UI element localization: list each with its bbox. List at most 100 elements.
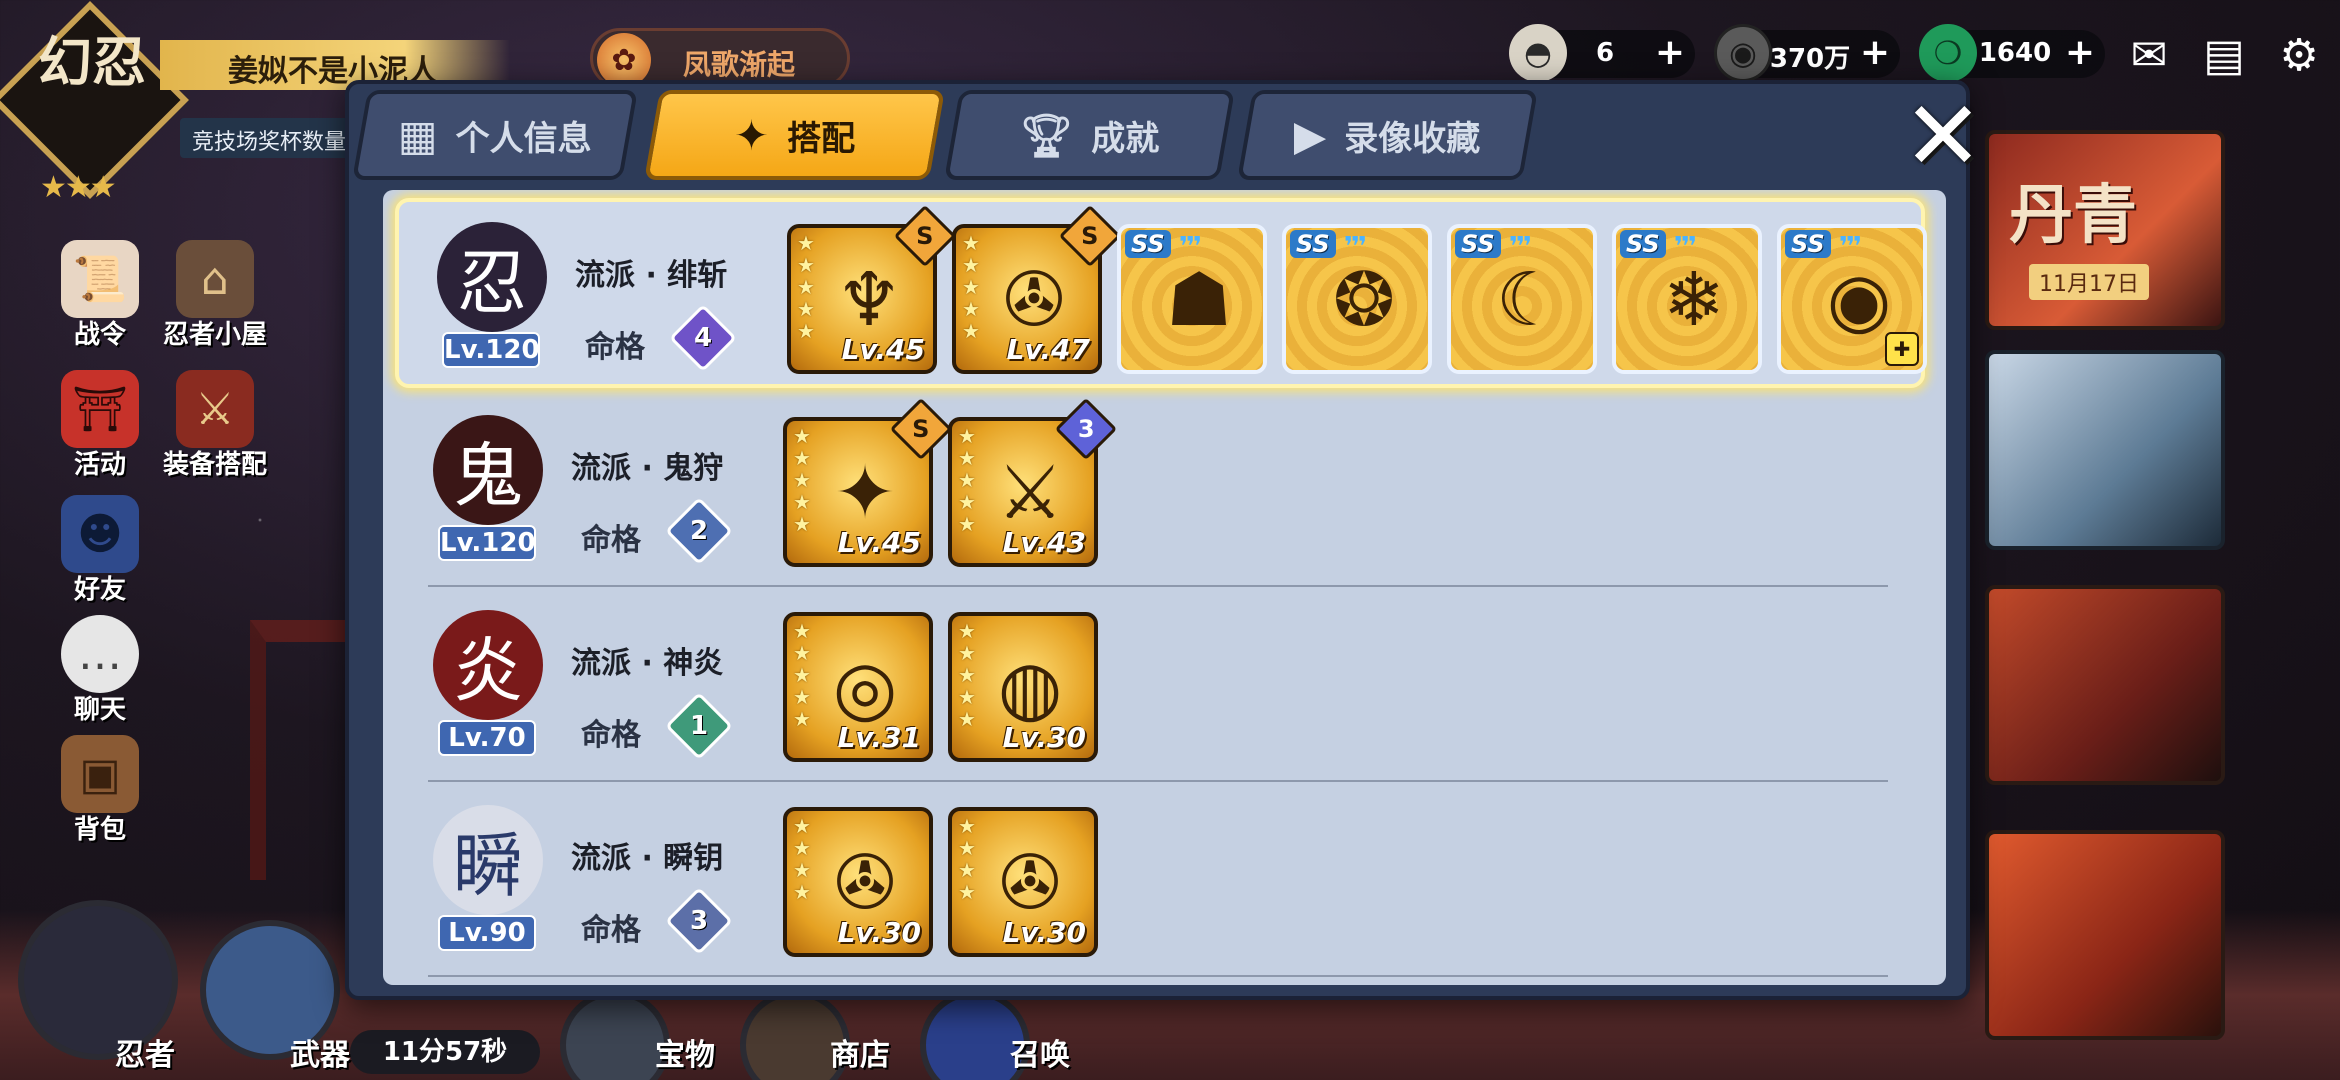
star-icon: ★: [797, 319, 815, 343]
star-rating: ★ ★ ★ ★ ★: [793, 620, 811, 730]
weapon-slot[interactable]: ✇ ★ ★ ★ ★ Lv.30: [948, 807, 1098, 957]
treasure-slot[interactable]: ☗ SS ❜❜❜: [1117, 224, 1267, 374]
treasure-slot[interactable]: ❂ SS ❜❜❜: [1282, 224, 1432, 374]
star-icon: ★: [793, 424, 811, 448]
tab-achievement[interactable]: 🏆︎ 成就: [944, 90, 1235, 180]
mail-icon[interactable]: ✉: [2120, 30, 2178, 81]
tab-loadout[interactable]: ✦ 搭配: [644, 90, 945, 180]
rarity-tag: SS: [1785, 230, 1831, 258]
scroll-icon: 📜: [61, 240, 139, 318]
star-rating: ★ ★ ★ ★: [958, 815, 976, 903]
ninja-school: 流派 · 瞬钥: [571, 841, 724, 876]
ninja-loadout-row[interactable]: 忍 Lv.120 流派 · 绯斩 命格 4 ♆ ★ ★ ★ ★ ★ Lv.45 S ✇ ★ ★ ★ ★ ★ Lv.47…: [395, 198, 1927, 388]
rarity-tag: SS: [1620, 230, 1666, 258]
side-item-chat[interactable]: … 聊天: [40, 615, 160, 726]
ninja-loadout-row[interactable]: 鬼 Lv.120 流派 · 鬼狩 命格 2 ✦ ★ ★ ★ ★ ★ Lv.45 S ⚔ ★ ★ ★ ★ ★ Lv.43…: [383, 395, 1946, 585]
item-level: Lv.30: [1002, 916, 1086, 949]
add-coin-button[interactable]: +: [1860, 32, 1890, 73]
event-banner-dragon[interactable]: [1985, 350, 2225, 550]
fate-badge-icon: 2: [665, 497, 733, 565]
weapon-slot[interactable]: ✦ ★ ★ ★ ★ ★ Lv.45 S: [783, 397, 953, 567]
ninja-avatar-witch[interactable]: 瞬: [433, 805, 543, 915]
star-icon: ★: [793, 685, 811, 709]
fate-label: 命格: [581, 718, 641, 753]
star-icon: ★: [958, 836, 976, 860]
star-rating: ★ ★ ★ ★ ★: [962, 232, 980, 342]
ninja-avatar-oni[interactable]: 鬼: [433, 415, 543, 525]
nav-weapon-label: 武器: [290, 1038, 350, 1073]
nav-ninja-label: 忍者: [115, 1038, 175, 1073]
nav-summon-label: 召唤: [1010, 1038, 1070, 1073]
play-icon: ▶: [1294, 110, 1327, 159]
item-level: Lv.30: [1002, 721, 1086, 754]
add-rice-ball-button[interactable]: +: [1655, 32, 1685, 73]
close-icon[interactable]: ✕: [1895, 88, 1991, 184]
tab-label: 录像收藏: [1344, 118, 1481, 159]
side-item-activity[interactable]: ⛩ 活动: [40, 370, 160, 481]
treasure-slot[interactable]: ☾ SS ❜❜❜: [1447, 224, 1597, 374]
treasure-slot[interactable]: ◉ SS ❜❜❜ ✚: [1777, 224, 1927, 374]
star-icon: ★: [793, 641, 811, 665]
ninja-school: 流派 · 神炎: [571, 646, 724, 681]
side-item-bag[interactable]: ▣ 背包: [40, 735, 160, 846]
add-jade-button[interactable]: +: [2065, 32, 2095, 73]
fate-number: 1: [689, 711, 709, 741]
row-divider: [428, 780, 1888, 782]
event-banner-danqing[interactable]: 丹青 11月17日: [1985, 130, 2225, 330]
ninja-school: 流派 · 鬼狩: [571, 451, 724, 486]
currency-jade: ❍ 1640 +: [1919, 24, 2105, 82]
star-rating: ★ ★ ★ ★ ★: [958, 425, 976, 535]
item-level: Lv.31: [837, 721, 921, 754]
event-banner-torii[interactable]: [1985, 830, 2225, 1040]
ninja-loadout-row[interactable]: 炎 Lv.70 流派 · 神炎 命格 1 ◎ ★ ★ ★ ★ ★ Lv.31 ◍ ★ ★ ★ ★ ★ Lv.30: [383, 590, 1946, 780]
game-logo: 幻忍: [38, 30, 146, 94]
tab-replay[interactable]: ▶ 录像收藏: [1237, 90, 1538, 180]
tab-label: 搭配: [787, 118, 856, 159]
weapon-slot[interactable]: ♆ ★ ★ ★ ★ ★ Lv.45 S: [787, 204, 957, 374]
side-item-battle-pass[interactable]: 📜 战令: [40, 240, 160, 351]
event-banner-temple[interactable]: [1985, 585, 2225, 785]
treasure-slot[interactable]: ❄ SS ❜❜❜: [1612, 224, 1762, 374]
star-icon: ★: [793, 446, 811, 470]
ninja-level: Lv.90: [438, 915, 536, 951]
item-level: Lv.47: [1006, 333, 1090, 366]
item-level: Lv.45: [837, 526, 921, 559]
weapon-slot[interactable]: ◎ ★ ★ ★ ★ ★ Lv.31: [783, 612, 933, 762]
settings-gear-icon[interactable]: ⚙: [2270, 30, 2328, 81]
grade-text: S: [916, 221, 934, 250]
notice-board-icon[interactable]: ▤: [2195, 30, 2253, 81]
tab-profile[interactable]: ▦ 个人信息: [352, 90, 638, 180]
ninja-level: Lv.120: [438, 525, 536, 561]
star-icon: ★: [962, 275, 980, 299]
row-divider: [428, 585, 1888, 587]
star-icon: ★: [958, 641, 976, 665]
grade-text: 3: [1077, 414, 1095, 443]
nav-shop-label: 商店: [830, 1038, 890, 1073]
star-icon: ★: [797, 297, 815, 321]
star-icon: ★: [793, 880, 811, 904]
banner-title: 丹青: [2009, 178, 2137, 253]
treasure-icon: ☾: [1495, 257, 1563, 343]
weapon-slot[interactable]: ⚔ ★ ★ ★ ★ ★ Lv.43 3: [948, 397, 1118, 567]
event-tab-fengge[interactable]: ✿ 凤歌渐起: [590, 28, 850, 88]
lantern-icon: ✿: [597, 33, 651, 87]
loadout-list[interactable]: 忍 Lv.120 流派 · 绯斩 命格 4 ♆ ★ ★ ★ ★ ★ Lv.45 S ✇ ★ ★ ★ ★ ★ Lv.47…: [383, 190, 1946, 985]
ninja-avatar-girl[interactable]: 炎: [433, 610, 543, 720]
star-icon: ★: [958, 446, 976, 470]
star-icon: ★: [793, 707, 811, 731]
ninja-avatar-purple[interactable]: 忍: [437, 222, 547, 332]
star-rating: ★ ★ ★ ★ ★: [797, 232, 815, 342]
weapon-slot[interactable]: ◍ ★ ★ ★ ★ ★ Lv.30: [948, 612, 1098, 762]
star-icon: ★: [793, 468, 811, 492]
side-item-friends[interactable]: ☻ 好友: [40, 495, 160, 606]
weapon-slot[interactable]: ✇ ★ ★ ★ ★ ★ Lv.47 S: [952, 204, 1122, 374]
star-icon: ★: [958, 858, 976, 882]
side-item-ninja-house[interactable]: ⌂ 忍者小屋: [155, 240, 275, 351]
ninja-loadout-row[interactable]: 瞬 Lv.90 流派 · 瞬钥 命格 3 ✇ ★ ★ ★ ★ Lv.30 ✇ ★ ★ ★ ★ Lv.30: [383, 785, 1946, 975]
weapon-slot[interactable]: ✇ ★ ★ ★ ★ Lv.30: [783, 807, 933, 957]
star-icon: ★: [958, 490, 976, 514]
item-level: Lv.43: [1002, 526, 1086, 559]
bonus-badge-icon: ✚: [1885, 332, 1919, 366]
item-level: Lv.45: [841, 333, 925, 366]
side-item-equip-match[interactable]: ⚔ 装备搭配: [155, 370, 275, 481]
